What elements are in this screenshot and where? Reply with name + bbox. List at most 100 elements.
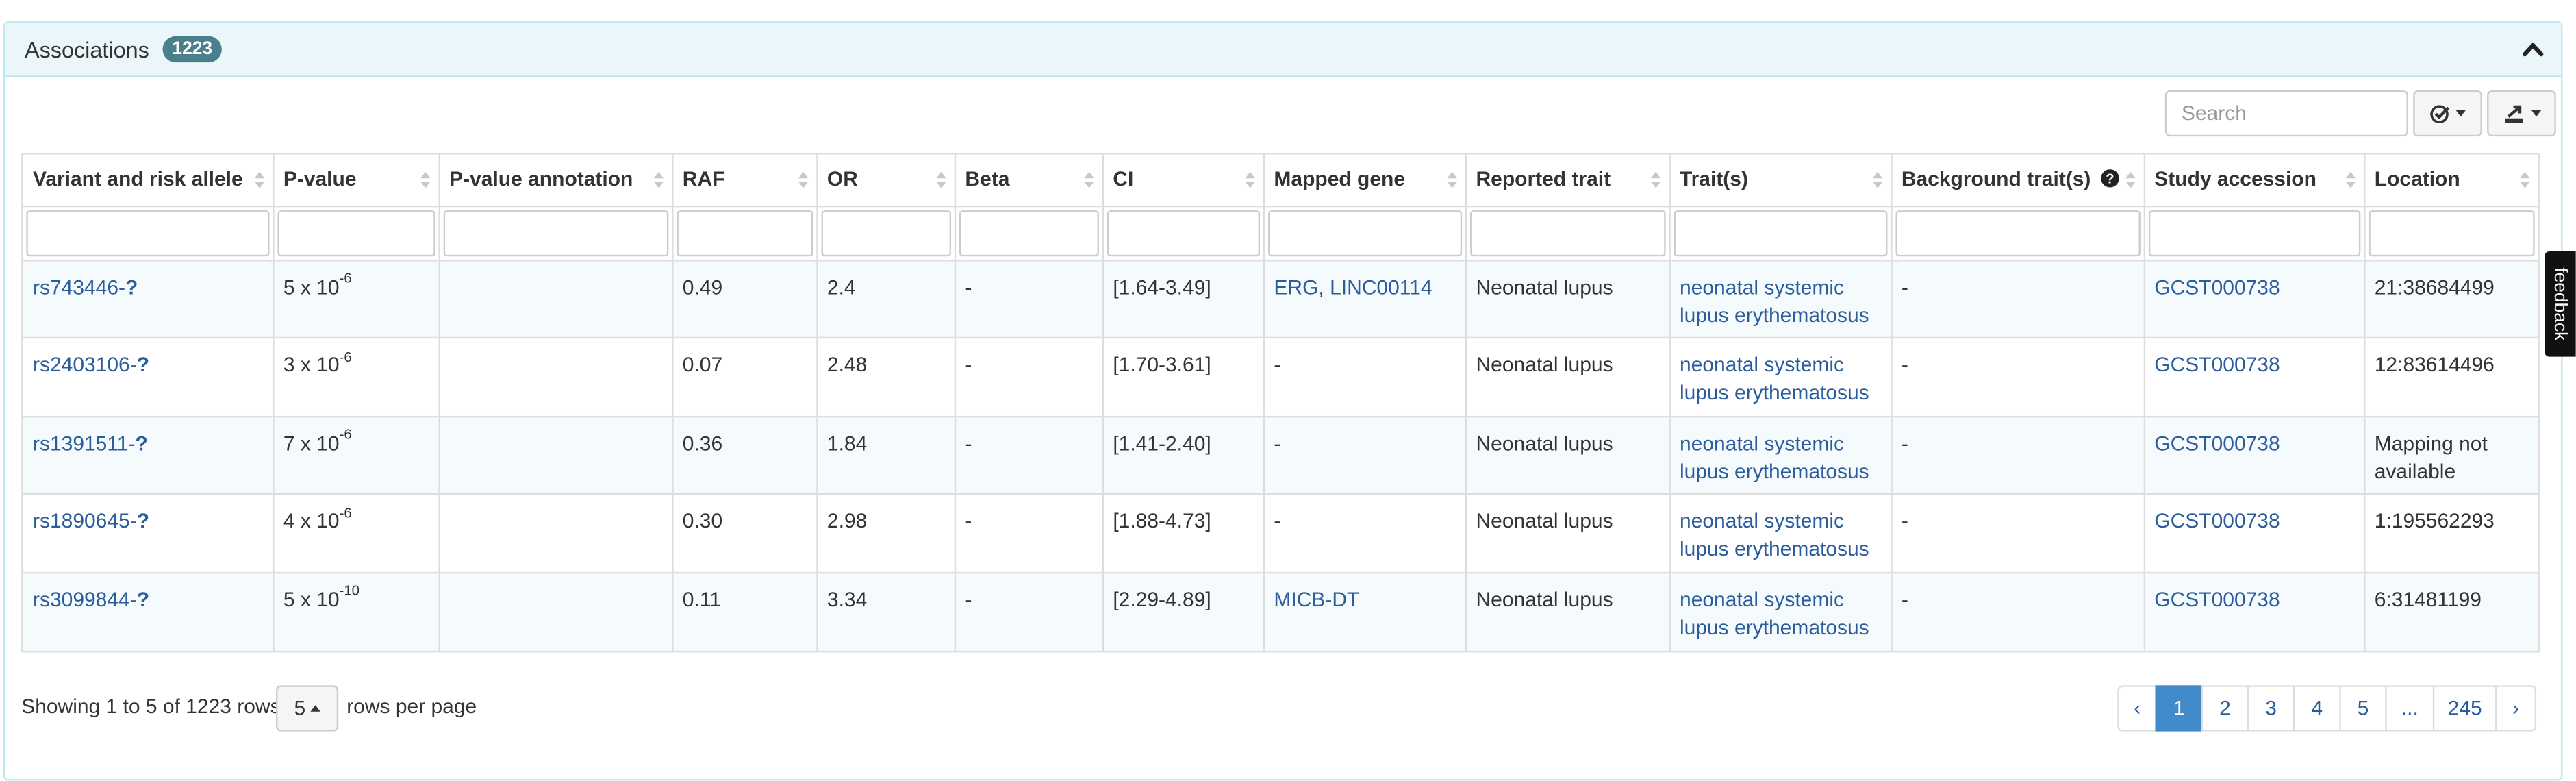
page-next-button[interactable]: › [2495, 685, 2537, 732]
col-label: Beta [965, 168, 1010, 191]
col-label: P-value [283, 168, 357, 191]
variant-link[interactable]: rs1890645-? [33, 510, 149, 533]
beta-cell: - [954, 571, 1103, 650]
filter-mapped-gene[interactable] [1267, 209, 1461, 256]
gene-link[interactable]: LINC00114 [1330, 275, 1432, 299]
page-prev-button[interactable]: ‹ [2117, 685, 2157, 732]
trait-line: lupus erythematosus [1679, 381, 1869, 405]
page-size-dropdown[interactable]: 5 [276, 685, 339, 732]
table-footer: Showing 1 to 5 of 1223 rows 5 rows per p… [21, 685, 2537, 732]
col-header-location[interactable]: Location [2364, 154, 2538, 207]
col-header-or[interactable]: OR [816, 154, 956, 207]
sort-icon [935, 171, 946, 188]
col-header-reported-trait[interactable]: Reported trait [1465, 154, 1670, 207]
filter-ci[interactable] [1106, 209, 1259, 256]
location-line: Mapping not [2374, 431, 2488, 455]
col-header-variant[interactable]: Variant and risk allele [23, 154, 274, 207]
gene-link[interactable]: ERG [1274, 275, 1318, 299]
col-header-traits[interactable]: Trait(s) [1669, 154, 1892, 207]
p-value-cell: 7 x 10-6 [273, 414, 440, 494]
col-header-beta[interactable]: Beta [954, 154, 1103, 207]
col-header-ci[interactable]: CI [1102, 154, 1265, 207]
column-toggle-button[interactable] [2413, 90, 2482, 137]
variant-link[interactable]: rs1391511-? [33, 432, 148, 455]
filter-variant[interactable] [26, 209, 269, 256]
filter-traits[interactable] [1673, 209, 1887, 256]
page-245-button[interactable]: 245 [2432, 685, 2497, 732]
traits-cell: neonatal systemic lupus erythematosus [1669, 258, 1892, 338]
study-link[interactable]: GCST000738 [2154, 588, 2280, 611]
filter-reported-trait[interactable] [1469, 209, 1665, 256]
col-header-study-accession[interactable]: Study accession [2143, 154, 2365, 207]
page-2-button[interactable]: 2 [2201, 685, 2249, 732]
sort-icon [419, 171, 430, 188]
filter-p-value-annotation[interactable] [442, 209, 668, 256]
variant-id: rs743446- [32, 275, 126, 299]
table-row: rs743446-? 5 x 10-6 0.49 2.4 - [1.64-3.4… [23, 258, 2538, 338]
study-link[interactable]: GCST000738 [2154, 432, 2280, 455]
p-value-cell: 5 x 10-10 [273, 571, 440, 650]
p-value-exponent: -6 [339, 426, 352, 443]
variant-link[interactable]: rs743446-? [33, 275, 138, 299]
col-header-p-value[interactable]: P-value [273, 154, 440, 207]
study-link[interactable]: GCST000738 [2154, 510, 2280, 533]
variant-id: rs2403106- [32, 353, 137, 377]
or-cell: 2.48 [816, 336, 956, 416]
trait-link[interactable]: neonatal systemic lupus erythematosus [1680, 510, 1869, 560]
filter-raf[interactable] [676, 209, 813, 256]
ci-cell: [1.88-4.73] [1102, 493, 1265, 572]
feedback-label: feedback [2550, 267, 2571, 341]
p-value-exponent: -10 [339, 582, 360, 599]
traits-cell: neonatal systemic lupus erythematosus [1669, 493, 1892, 572]
raf-cell: 0.11 [672, 571, 818, 650]
filter-location[interactable] [2368, 209, 2535, 256]
header-row: Variant and risk allele P-value P-value … [23, 154, 2538, 207]
filter-background-traits[interactable] [1895, 209, 2140, 256]
study-link[interactable]: GCST000738 [2154, 354, 2280, 377]
filter-beta[interactable] [958, 209, 1098, 256]
variant-link[interactable]: rs2403106-? [33, 354, 149, 377]
col-header-p-value-annotation[interactable]: P-value annotation [438, 154, 673, 207]
raf-cell: 0.36 [672, 414, 818, 494]
sort-icon [1650, 171, 1660, 188]
col-label: OR [826, 168, 858, 191]
page-4-button[interactable]: 4 [2293, 685, 2341, 732]
feedback-tab[interactable]: feedback [2545, 251, 2576, 357]
reported-trait-cell: Neonatal lupus [1465, 414, 1670, 494]
col-header-raf[interactable]: RAF [672, 154, 818, 207]
trait-link[interactable]: neonatal systemic lupus erythematosus [1680, 588, 1869, 639]
p-value-cell: 3 x 10-6 [273, 336, 440, 416]
p-value-mantissa: 3 x 10 [283, 353, 340, 377]
variant-link[interactable]: rs3099844-? [33, 588, 149, 611]
filter-p-value[interactable] [277, 209, 435, 256]
study-link[interactable]: GCST000738 [2154, 275, 2280, 299]
gene-link[interactable]: MICB-DT [1274, 588, 1359, 611]
variant-id: rs1890645- [32, 509, 137, 533]
col-header-mapped-gene[interactable]: Mapped gene [1263, 154, 1467, 207]
page-5-button[interactable]: 5 [2339, 685, 2387, 732]
question-circle-icon[interactable]: ? [2101, 169, 2120, 188]
location-cell: 21:38684499 [2364, 258, 2538, 338]
p-value-mantissa: 7 x 10 [283, 431, 340, 455]
trait-link[interactable]: neonatal systemic lupus erythematosus [1680, 432, 1869, 482]
trait-link[interactable]: neonatal systemic lupus erythematosus [1680, 275, 1869, 326]
trait-link[interactable]: neonatal systemic lupus erythematosus [1680, 354, 1869, 404]
p-value-annotation-cell [438, 571, 673, 650]
location-cell: 12:83614496 [2364, 336, 2538, 416]
filter-study-accession[interactable] [2147, 209, 2360, 256]
filter-row [23, 205, 2538, 261]
sort-icon [2520, 171, 2530, 188]
table-row: rs2403106-? 3 x 10-6 0.07 2.48 - [1.70-3… [23, 336, 2538, 416]
search-input[interactable] [2164, 90, 2408, 137]
panel-heading[interactable]: Associations 1223 [5, 23, 2562, 77]
p-value-exponent: -6 [339, 270, 352, 287]
chevron-up-icon[interactable] [2521, 38, 2545, 61]
background-trait-cell: - [1891, 258, 2145, 338]
export-button[interactable] [2487, 90, 2556, 137]
filter-or[interactable] [820, 209, 950, 256]
page-1-button[interactable]: 1 [2155, 685, 2204, 732]
page-3-button[interactable]: 3 [2247, 685, 2295, 732]
beta-cell: - [954, 414, 1103, 494]
col-header-background-traits[interactable]: Background trait(s) ? [1891, 154, 2145, 207]
risk-allele: ? [136, 509, 150, 533]
